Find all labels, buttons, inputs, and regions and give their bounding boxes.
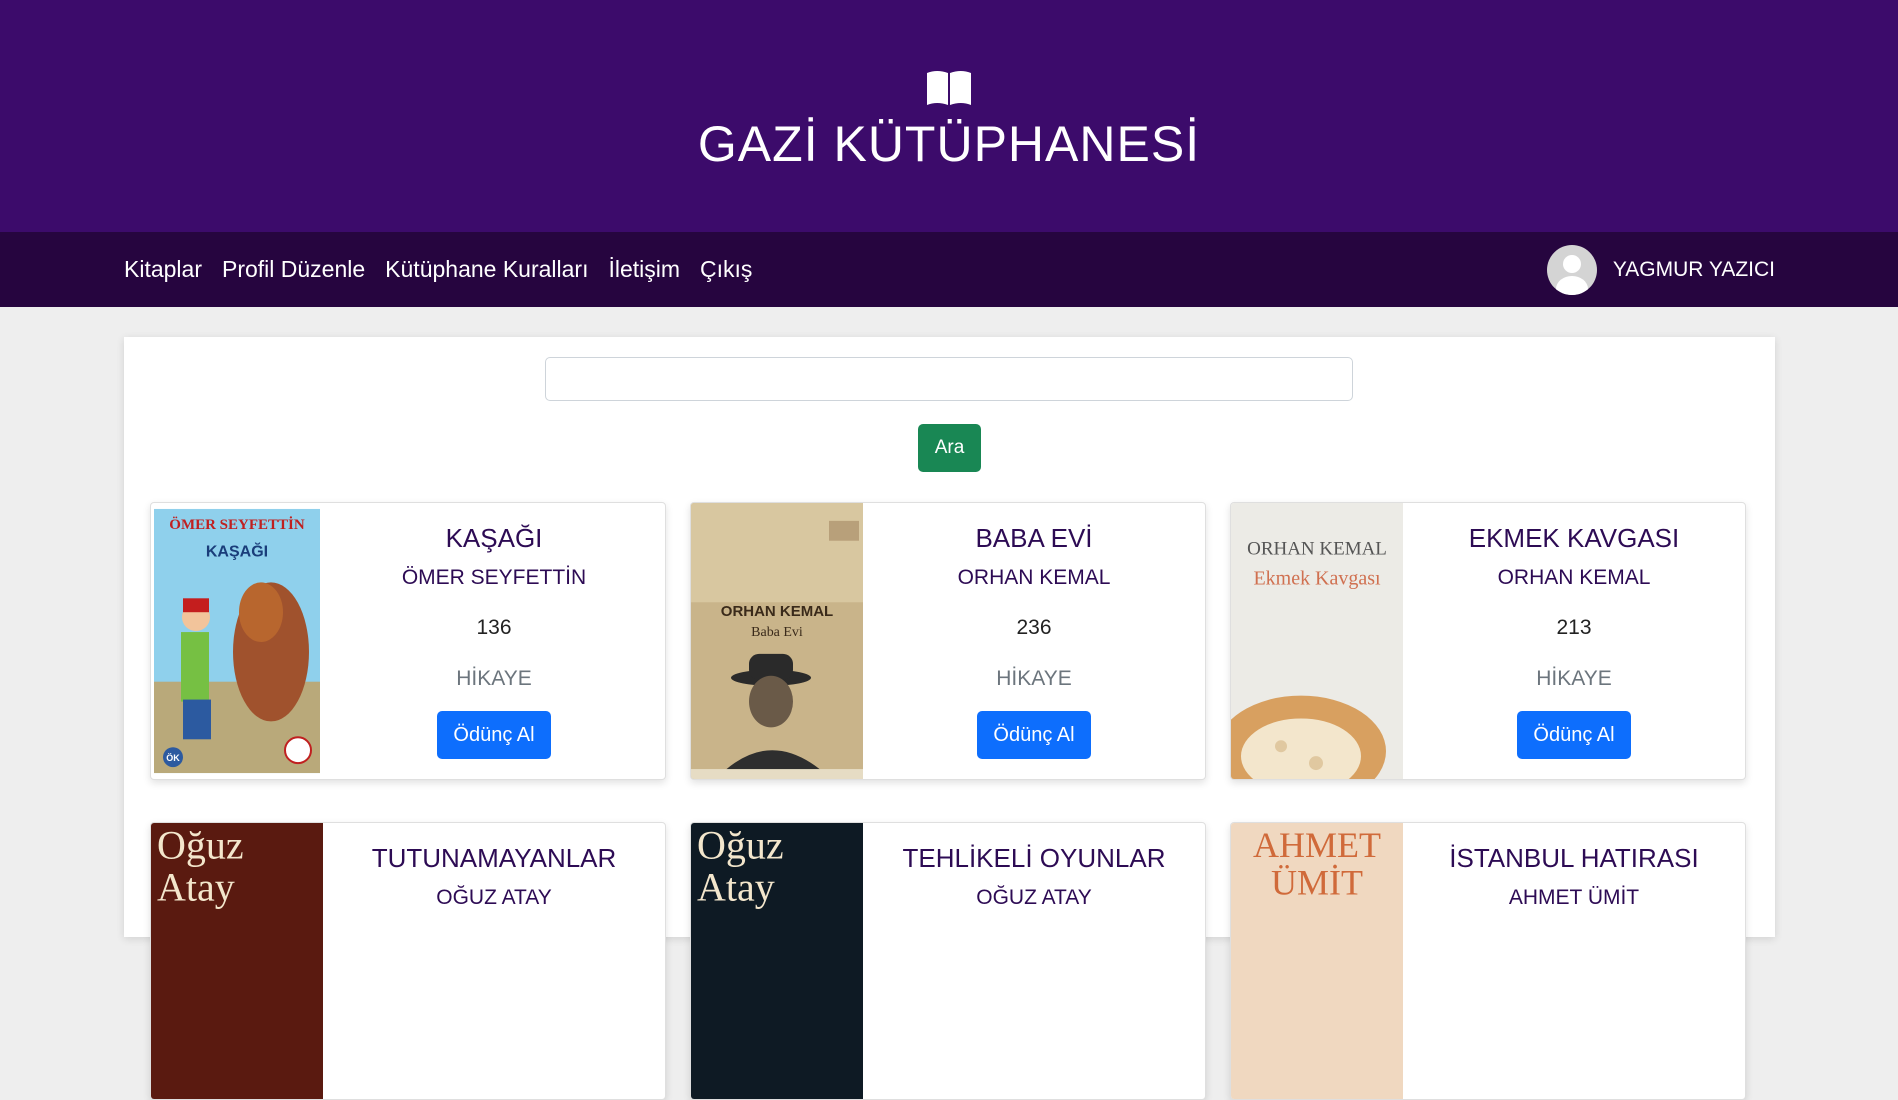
avatar-icon: [1546, 244, 1597, 295]
svg-text:ÜMİT: ÜMİT: [1271, 863, 1363, 903]
book-card-body: TUTUNAMAYANLAR OĞUZ ATAY: [323, 823, 665, 1099]
nav-link-profil-duzenle[interactable]: Profil Düzenle: [222, 256, 365, 283]
book-card: Oğuz Atay TUTUNAMAYANLAR OĞUZ ATAY: [150, 822, 666, 1100]
book-title: TUTUNAMAYANLAR: [371, 843, 617, 873]
book-pages: 236: [1016, 616, 1052, 639]
book-pages: 136: [476, 616, 512, 639]
book-author: ÖMER SEYFETTİN: [401, 566, 587, 589]
book-genre: HİKAYE: [996, 667, 1072, 690]
book-pages: 213: [1556, 616, 1592, 639]
top-navbar: Kitaplar Profil Düzenle Kütüphane Kurall…: [0, 232, 1898, 307]
book-author: ORHAN KEMAL: [1497, 566, 1651, 589]
book-cover-image: ÖMER SEYFETTİN KAŞAĞI ÖK: [154, 508, 320, 774]
site-header: GAZİ KÜTÜPHANESİ: [0, 0, 1898, 232]
book-cover-image: ORHAN KEMAL Ekmek Kavgası: [1231, 503, 1403, 779]
book-cover-image: ORHAN KEMAL Baba Evi: [691, 503, 863, 779]
nav-link-cikis[interactable]: Çıkış: [700, 256, 752, 283]
book-card-body: İSTANBUL HATIRASI AHMET ÜMİT: [1403, 823, 1745, 1099]
nav-link-kutuphane-kurallari[interactable]: Kütüphane Kuralları: [385, 256, 588, 283]
book-cover-image: AHMET ÜMİT: [1231, 823, 1403, 1099]
book-title: KAŞAĞI: [445, 523, 543, 553]
svg-text:AHMET: AHMET: [1253, 825, 1381, 865]
book-list-panel: Ara ÖMER SEYFETTİN KAŞAĞI ÖK KAŞAĞI ÖMER…: [124, 337, 1775, 1100]
book-card: AHMET ÜMİT İSTANBUL HATIRASI AHMET ÜMİT: [1230, 822, 1746, 1100]
user-name: YAGMUR YAZICI: [1612, 257, 1775, 281]
svg-text:ÖK: ÖK: [166, 753, 180, 763]
svg-text:Atay: Atay: [157, 865, 235, 910]
book-card: ORHAN KEMAL Baba Evi BABA EVİ ORHAN KEMA…: [690, 502, 1206, 780]
book-title: İSTANBUL HATIRASI: [1449, 843, 1699, 873]
nav-link-iletisim[interactable]: İletişim: [608, 256, 680, 283]
book-card: ÖMER SEYFETTİN KAŞAĞI ÖK KAŞAĞI ÖMER SEY…: [150, 502, 666, 780]
book-cover-image: Oğuz Atay: [151, 823, 323, 1099]
book-card-body: EKMEK KAVGASI ORHAN KEMAL 213 HİKAYE Ödü…: [1403, 503, 1745, 779]
search-button[interactable]: Ara: [918, 424, 981, 472]
book-author: OĞUZ ATAY: [976, 886, 1092, 909]
book-card: ORHAN KEMAL Ekmek Kavgası EKMEK KAVGASI …: [1230, 502, 1746, 780]
svg-text:ORHAN KEMAL: ORHAN KEMAL: [1247, 539, 1387, 560]
svg-text:Oğuz: Oğuz: [157, 823, 244, 868]
book-title: TEHLİKELİ OYUNLAR: [902, 843, 1166, 873]
book-card: Oğuz Atay TEHLİKELİ OYUNLAR OĞUZ ATAY: [690, 822, 1206, 1100]
book-author: OĞUZ ATAY: [436, 886, 552, 909]
search-input[interactable]: [545, 357, 1353, 401]
book-title: BABA EVİ: [975, 523, 1093, 553]
svg-text:KAŞAĞI: KAŞAĞI: [206, 542, 268, 561]
svg-text:Oğuz: Oğuz: [697, 823, 784, 868]
book-card-body: KAŞAĞI ÖMER SEYFETTİN 136 HİKAYE Ödünç A…: [323, 503, 665, 779]
nav-link-kitaplar[interactable]: Kitaplar: [124, 256, 202, 283]
svg-text:Atay: Atay: [697, 865, 775, 910]
svg-text:Ekmek Kavgası: Ekmek Kavgası: [1253, 567, 1381, 589]
book-card-body: TEHLİKELİ OYUNLAR OĞUZ ATAY: [863, 823, 1205, 1099]
book-author: ORHAN KEMAL: [957, 566, 1111, 589]
book-genre: HİKAYE: [1536, 667, 1612, 690]
borrow-button[interactable]: Ödünç Al: [1517, 711, 1631, 759]
borrow-button[interactable]: Ödünç Al: [977, 711, 1091, 759]
svg-text:Baba Evi: Baba Evi: [751, 625, 803, 640]
book-author: AHMET ÜMİT: [1508, 886, 1640, 909]
site-title: GAZİ KÜTÜPHANESİ: [697, 116, 1201, 172]
book-cover-image: Oğuz Atay: [691, 823, 863, 1099]
svg-text:ÖMER SEYFETTİN: ÖMER SEYFETTİN: [169, 516, 305, 533]
book-title: EKMEK KAVGASI: [1468, 523, 1680, 553]
book-genre: HİKAYE: [456, 667, 532, 690]
borrow-button[interactable]: Ödünç Al: [437, 711, 551, 759]
book-card-body: BABA EVİ ORHAN KEMAL 236 HİKAYE Ödünç Al: [863, 503, 1205, 779]
nav-links: Kitaplar Profil Düzenle Kütüphane Kurall…: [124, 256, 772, 283]
svg-text:ORHAN KEMAL: ORHAN KEMAL: [721, 603, 833, 620]
open-book-icon: [927, 71, 971, 105]
user-profile[interactable]: YAGMUR YAZICI: [1546, 244, 1775, 295]
